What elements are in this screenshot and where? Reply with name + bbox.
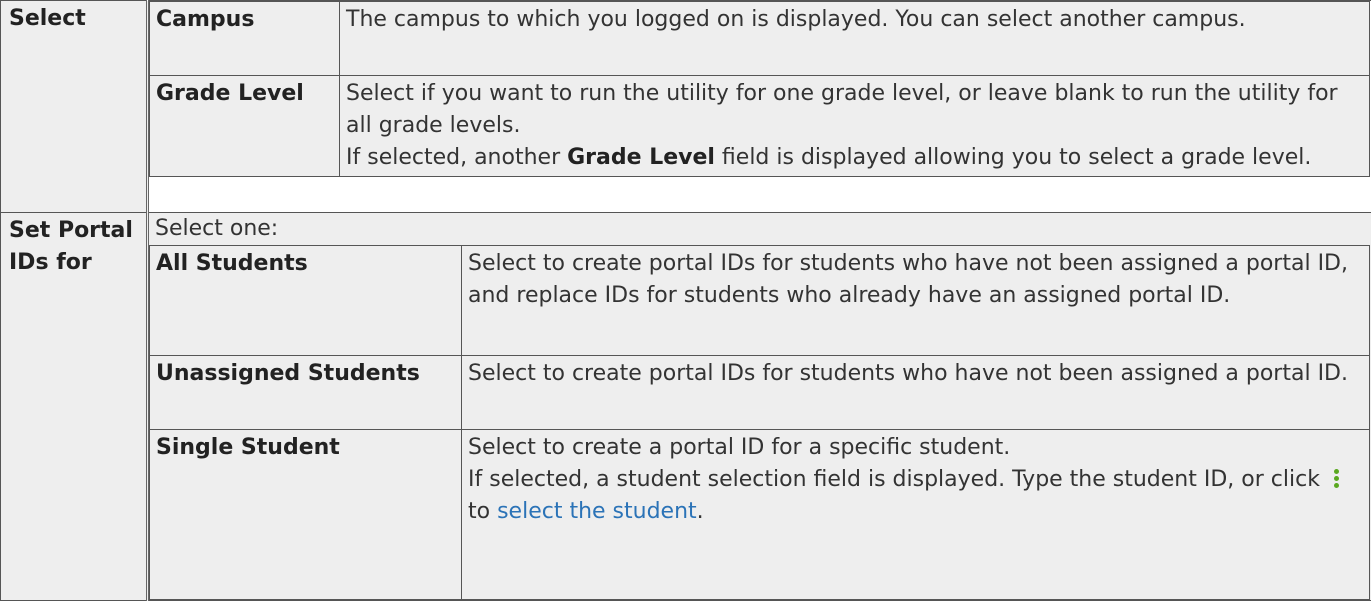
single-student-desc-end: . xyxy=(697,499,704,524)
portal-options-table: All Students Select to create portal IDs… xyxy=(149,245,1370,600)
single-student-desc-line1: Select to create a portal ID for a speci… xyxy=(468,435,1010,460)
table-row: Unassigned Students Select to create por… xyxy=(150,356,1370,430)
single-student-description: Select to create a portal ID for a speci… xyxy=(462,430,1370,600)
portal-section-label: Set Portal IDs for xyxy=(1,213,148,601)
campus-description: The campus to which you logged on is dis… xyxy=(340,2,1370,76)
grade-level-term: Grade Level xyxy=(150,76,340,177)
select-options-table: Campus The campus to which you logged on… xyxy=(149,1,1370,177)
grade-level-desc-line2-pre: If selected, another xyxy=(346,145,567,170)
table-row: All Students Select to create portal IDs… xyxy=(150,246,1370,356)
all-students-term: All Students xyxy=(150,246,462,356)
campus-term: Campus xyxy=(150,2,340,76)
select-section-content: Campus The campus to which you logged on… xyxy=(148,1,1371,213)
all-students-description: Select to create portal IDs for students… xyxy=(462,246,1370,356)
select-section-row: Select Campus The campus to which you lo… xyxy=(1,1,1371,213)
table-row: Single Student Select to create a portal… xyxy=(150,430,1370,600)
grade-level-desc-line1: Select if you want to run the utility fo… xyxy=(346,81,1338,138)
options-table: Select Campus The campus to which you lo… xyxy=(0,0,1371,601)
table-row: Campus The campus to which you logged on… xyxy=(150,2,1370,76)
select-student-link[interactable]: select the student xyxy=(497,499,697,524)
select-one-text: Select one: xyxy=(155,213,1371,245)
single-student-desc-line2-pre: If selected, a student selection field i… xyxy=(468,467,1327,492)
unassigned-students-term: Unassigned Students xyxy=(150,356,462,430)
grade-level-field-name: Grade Level xyxy=(567,145,715,170)
grade-level-description: Select if you want to run the utility fo… xyxy=(340,76,1370,177)
grade-level-desc-line2-post: field is displayed allowing you to selec… xyxy=(715,145,1311,170)
single-student-desc-to: to xyxy=(468,499,497,524)
unassigned-students-description: Select to create portal IDs for students… xyxy=(462,356,1370,430)
portal-section-row: Set Portal IDs for Select one: All Stude… xyxy=(1,213,1371,601)
table-row: Grade Level Select if you want to run th… xyxy=(150,76,1370,177)
vertical-dots-icon[interactable] xyxy=(1327,468,1345,488)
single-student-term: Single Student xyxy=(150,430,462,600)
portal-section-content: Select one: All Students Select to creat… xyxy=(148,213,1371,601)
select-section-label: Select xyxy=(1,1,148,213)
